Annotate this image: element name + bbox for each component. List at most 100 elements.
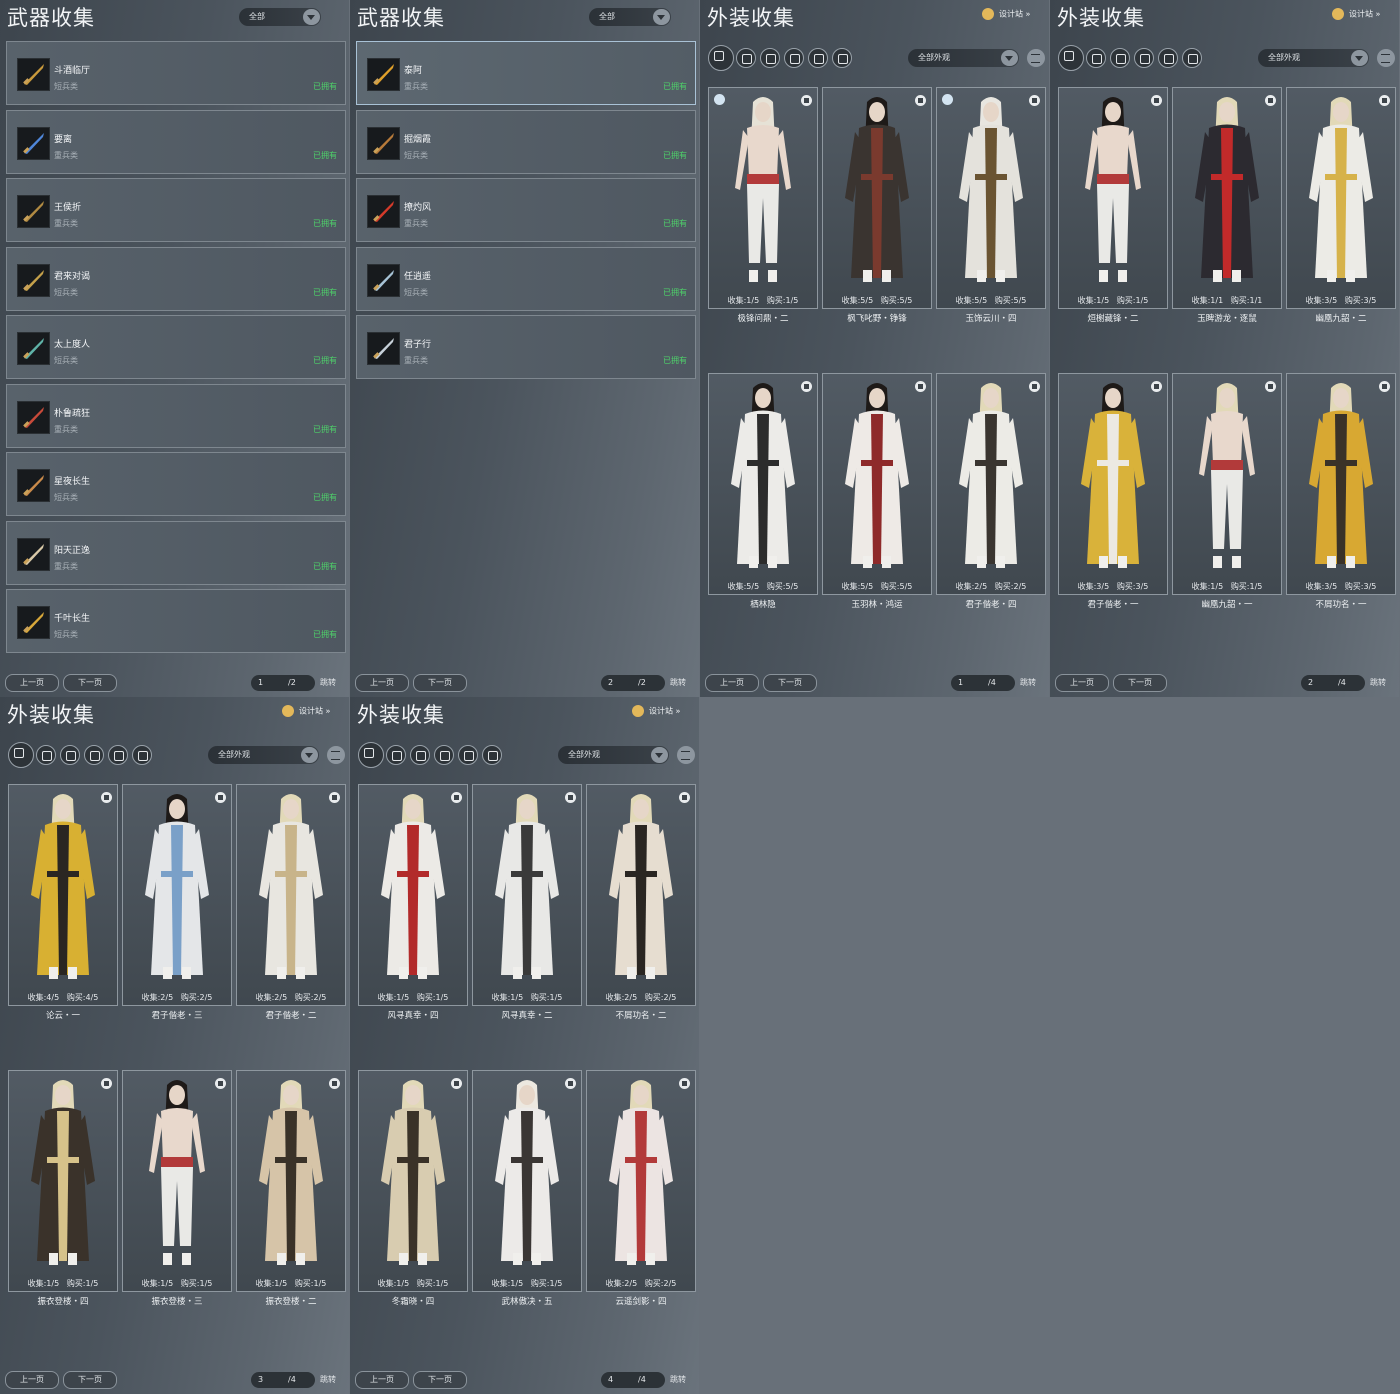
- outfit-card[interactable]: 收集:3/5 购买:3/5: [1286, 373, 1396, 595]
- trash-icon[interactable]: [329, 792, 340, 803]
- trash-icon[interactable]: [1379, 381, 1390, 392]
- weapon-item[interactable]: 要离 重兵类 已拥有: [6, 109, 346, 174]
- hat-icon[interactable]: [784, 48, 804, 68]
- page-input[interactable]: 1/2: [251, 675, 315, 691]
- outfit-filter-select[interactable]: 全部外观: [908, 49, 1019, 67]
- jump-button[interactable]: 跳转: [1370, 675, 1386, 691]
- prev-page-button[interactable]: 上一页: [1055, 674, 1109, 692]
- top-icon[interactable]: [736, 48, 756, 68]
- trash-icon[interactable]: [565, 1078, 576, 1089]
- prev-page-button[interactable]: 上一页: [355, 674, 409, 692]
- outfit-card[interactable]: 收集:1/5 购买:1/5: [8, 1070, 118, 1292]
- outfit-card[interactable]: 收集:2/5 购买:2/5: [236, 784, 346, 1006]
- outfit-filter-select[interactable]: 全部外观: [1258, 49, 1369, 67]
- all-icon[interactable]: [1058, 45, 1084, 71]
- scroll-icon[interactable]: [832, 48, 852, 68]
- cape-icon[interactable]: [808, 48, 828, 68]
- outfit-card[interactable]: 收集:3/5 购买:3/5: [1286, 87, 1396, 309]
- outfit-card[interactable]: 收集:5/5 购买:5/5: [822, 87, 932, 309]
- trash-icon[interactable]: [801, 95, 812, 106]
- weapon-item[interactable]: 泰阿 重兵类 已拥有: [356, 41, 696, 105]
- outfit-card[interactable]: 收集:1/1 购买:1/1: [1172, 87, 1282, 309]
- outfit-card[interactable]: 收集:2/5 购买:2/5: [586, 784, 696, 1006]
- design-station-link[interactable]: 设计站 »: [282, 705, 330, 717]
- outfit-card[interactable]: 收集:1/5 购买:1/5: [472, 1070, 582, 1292]
- trash-icon[interactable]: [1265, 381, 1276, 392]
- page-input[interactable]: 1/4: [951, 675, 1015, 691]
- trash-icon[interactable]: [329, 1078, 340, 1089]
- weapon-item[interactable]: 星夜长生 短兵类 已拥有: [6, 452, 346, 516]
- weapon-item[interactable]: 阳天正逸 重兵类 已拥有: [6, 520, 346, 585]
- prev-page-button[interactable]: 上一页: [705, 674, 759, 692]
- design-station-link[interactable]: 设计站 »: [982, 8, 1030, 20]
- design-station-link[interactable]: 设计站 »: [632, 705, 680, 717]
- list-filter-icon[interactable]: [1027, 49, 1045, 67]
- scroll-icon[interactable]: [132, 745, 152, 765]
- outfit-card[interactable]: 收集:1/5 购买:1/5: [358, 1070, 468, 1292]
- outfit-card[interactable]: 收集:5/5 购买:5/5: [822, 373, 932, 595]
- jump-button[interactable]: 跳转: [1020, 675, 1036, 691]
- jump-button[interactable]: 跳转: [670, 1372, 686, 1388]
- hat-icon[interactable]: [434, 745, 454, 765]
- outfit-card[interactable]: 收集:5/5 购买:5/5: [936, 87, 1046, 309]
- top-icon[interactable]: [1086, 48, 1106, 68]
- all-icon[interactable]: [708, 45, 734, 71]
- outfit-card[interactable]: 收集:1/5 购买:1/5: [708, 87, 818, 309]
- trash-icon[interactable]: [215, 792, 226, 803]
- trash-icon[interactable]: [101, 792, 112, 803]
- weapon-item[interactable]: 君来对谒 短兵类 已拥有: [6, 246, 346, 311]
- weapon-filter-select[interactable]: 全部: [589, 8, 671, 26]
- weapon-item[interactable]: 任逍遥 短兵类 已拥有: [356, 246, 696, 311]
- cape-icon[interactable]: [1158, 48, 1178, 68]
- weapon-item[interactable]: 斗酒临厅 短兵类 已拥有: [6, 41, 346, 105]
- hat-icon[interactable]: [1134, 48, 1154, 68]
- trash-icon[interactable]: [451, 1078, 462, 1089]
- trash-icon[interactable]: [1379, 95, 1390, 106]
- trousers-icon[interactable]: [760, 48, 780, 68]
- outfit-card[interactable]: 收集:1/5 购买:1/5: [122, 1070, 232, 1292]
- jump-button[interactable]: 跳转: [670, 675, 686, 691]
- outfit-card[interactable]: 收集:5/5 购买:5/5: [708, 373, 818, 595]
- cape-icon[interactable]: [108, 745, 128, 765]
- trash-icon[interactable]: [215, 1078, 226, 1089]
- hat-icon[interactable]: [84, 745, 104, 765]
- page-input[interactable]: 2/4: [1301, 675, 1365, 691]
- trousers-icon[interactable]: [60, 745, 80, 765]
- outfit-card[interactable]: 收集:1/5 购买:1/5: [236, 1070, 346, 1292]
- list-filter-icon[interactable]: [1377, 49, 1395, 67]
- trousers-icon[interactable]: [1110, 48, 1130, 68]
- next-page-button[interactable]: 下一页: [63, 1371, 117, 1389]
- outfit-filter-select[interactable]: 全部外观: [558, 746, 669, 764]
- outfit-card[interactable]: 收集:1/5 购买:1/5: [358, 784, 468, 1006]
- top-icon[interactable]: [36, 745, 56, 765]
- scroll-icon[interactable]: [482, 745, 502, 765]
- scroll-icon[interactable]: [1182, 48, 1202, 68]
- design-station-link[interactable]: 设计站 »: [1332, 8, 1380, 20]
- trash-icon[interactable]: [565, 792, 576, 803]
- prev-page-button[interactable]: 上一页: [5, 674, 59, 692]
- next-page-button[interactable]: 下一页: [63, 674, 117, 692]
- weapon-item[interactable]: 君子行 重兵类 已拥有: [356, 315, 696, 379]
- trash-icon[interactable]: [1151, 381, 1162, 392]
- trash-icon[interactable]: [1265, 95, 1276, 106]
- weapon-item[interactable]: 朴鲁疏狂 重兵类 已拥有: [6, 383, 346, 448]
- next-page-button[interactable]: 下一页: [763, 674, 817, 692]
- outfit-card[interactable]: 收集:4/5 购买:4/5: [8, 784, 118, 1006]
- weapon-item[interactable]: 王侯折 重兵类 已拥有: [6, 178, 346, 242]
- trash-icon[interactable]: [1029, 95, 1040, 106]
- next-page-button[interactable]: 下一页: [413, 674, 467, 692]
- cape-icon[interactable]: [458, 745, 478, 765]
- outfit-card[interactable]: 收集:1/5 购买:1/5: [472, 784, 582, 1006]
- weapon-item[interactable]: 太上度人 短兵类 已拥有: [6, 315, 346, 379]
- outfit-card[interactable]: 收集:2/5 购买:2/5: [586, 1070, 696, 1292]
- weapon-item[interactable]: 掘烟霞 短兵类 已拥有: [356, 109, 696, 174]
- trash-icon[interactable]: [801, 381, 812, 392]
- weapon-item[interactable]: 千叶长生 短兵类 已拥有: [6, 589, 346, 653]
- outfit-card[interactable]: 收集:3/5 购买:3/5: [1058, 373, 1168, 595]
- outfit-card[interactable]: 收集:1/5 购买:1/5: [1058, 87, 1168, 309]
- prev-page-button[interactable]: 上一页: [355, 1371, 409, 1389]
- list-filter-icon[interactable]: [327, 746, 345, 764]
- trousers-icon[interactable]: [410, 745, 430, 765]
- next-page-button[interactable]: 下一页: [1113, 674, 1167, 692]
- outfit-card[interactable]: 收集:2/5 购买:2/5: [122, 784, 232, 1006]
